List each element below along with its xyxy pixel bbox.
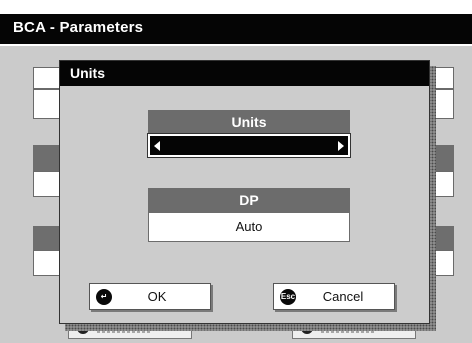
device-screen: BCA - Parameters Units Units DP Auto ↵ O…: [0, 0, 472, 343]
cancel-button-label: Cancel: [322, 289, 364, 304]
dp-field-header: DP: [148, 188, 350, 212]
ok-button[interactable]: ↵ OK: [89, 283, 211, 310]
cancel-button[interactable]: Esc Cancel: [273, 283, 395, 310]
dialog-title: Units: [70, 65, 105, 81]
units-dialog: Units Units DP Auto ↵ OK Esc Cancel: [59, 60, 430, 324]
dialog-titlebar: Units: [60, 61, 429, 86]
units-selector[interactable]: [147, 133, 351, 158]
main-titlebar: BCA - Parameters: [0, 0, 472, 46]
ok-button-label: OK: [147, 289, 167, 304]
left-arrow-icon[interactable]: [154, 141, 160, 151]
dp-field-value[interactable]: Auto: [148, 212, 350, 242]
units-field-header: Units: [148, 110, 350, 134]
window-title: BCA - Parameters: [13, 19, 144, 36]
right-arrow-icon[interactable]: [338, 141, 344, 151]
